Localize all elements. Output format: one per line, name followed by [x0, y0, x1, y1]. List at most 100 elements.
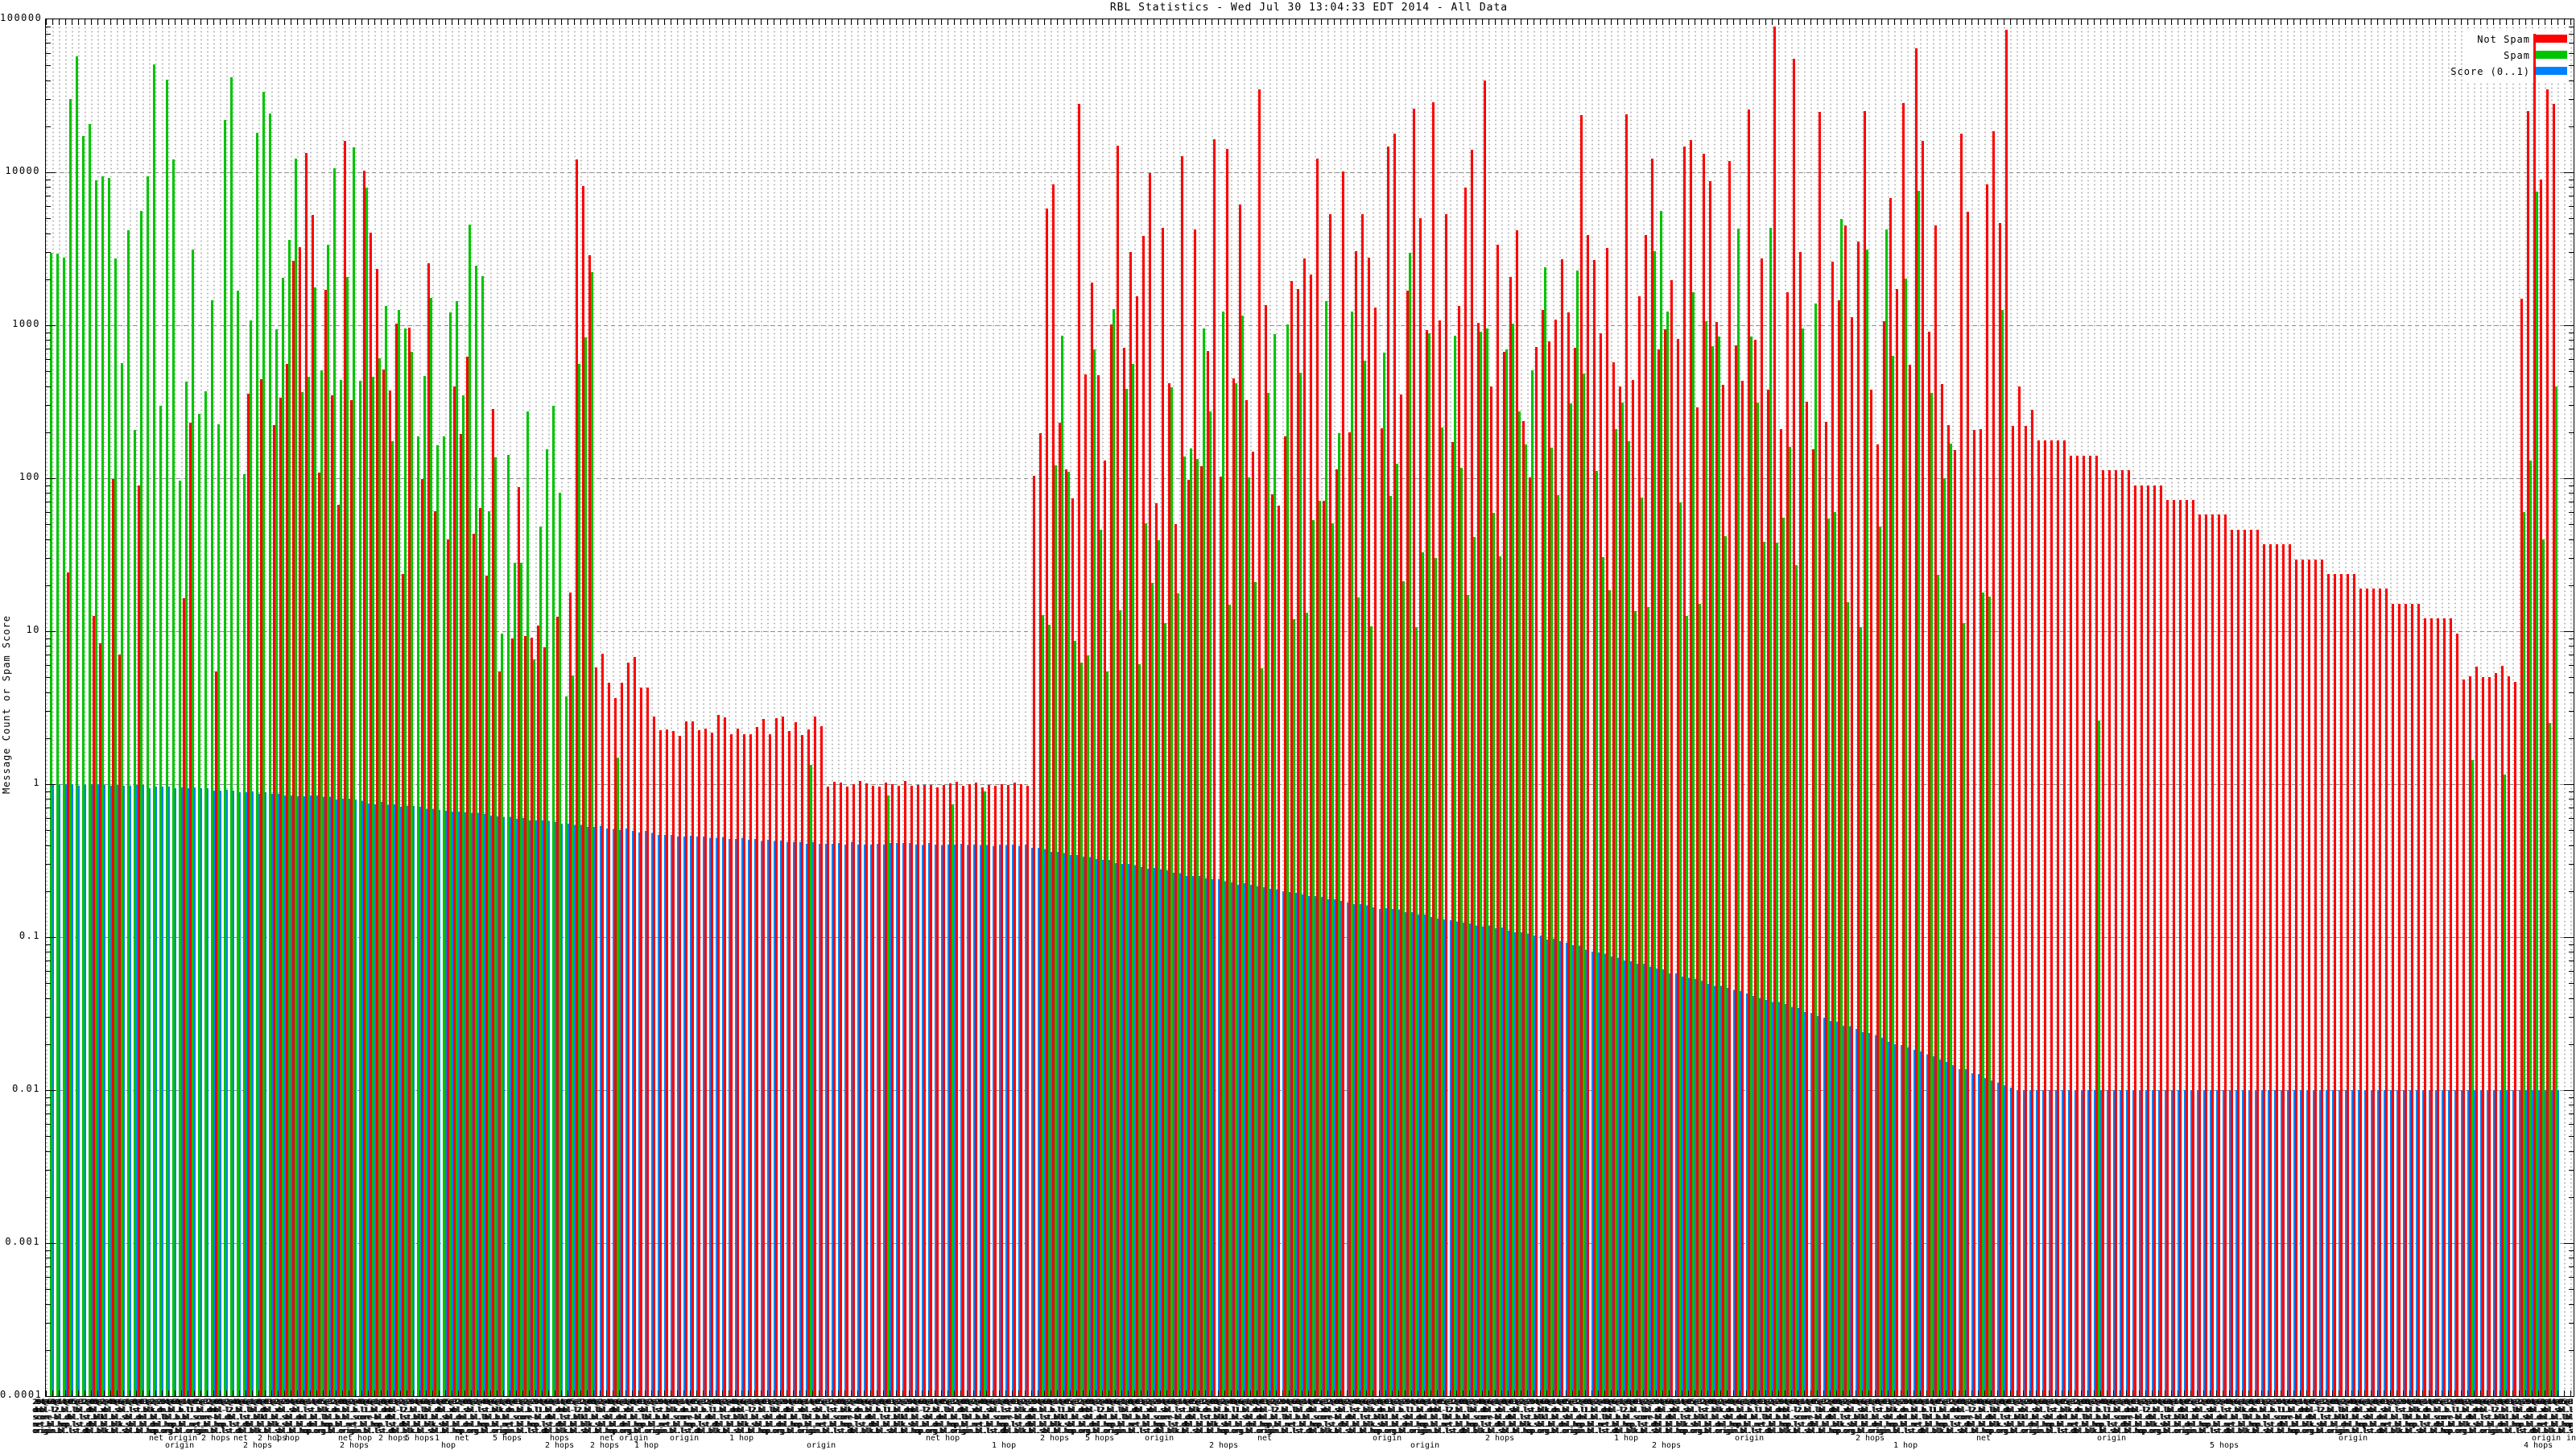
bar-not-spam — [891, 784, 894, 1396]
bar-score — [265, 792, 266, 1396]
bar-not-spam — [2012, 426, 2014, 1396]
x-label-fragment: origin — [165, 1441, 195, 1450]
bar-not-spam — [2398, 604, 2401, 1396]
screenshot-root: { "title": "RBL Statistics - Wed Jul 30 … — [0, 0, 2576, 1450]
bar-not-spam — [2353, 574, 2355, 1396]
bar-not-spam — [1026, 786, 1029, 1396]
bar-score — [561, 824, 563, 1396]
bar-not-spam — [1806, 402, 1808, 1396]
bar-not-spam — [2417, 604, 2420, 1396]
bar-not-spam — [717, 715, 720, 1396]
bar-not-spam — [865, 783, 868, 1396]
legend-swatch-spam — [2533, 51, 2567, 59]
bar-score — [194, 787, 196, 1396]
x-label-fragment: 1 hop — [275, 1434, 300, 1443]
chart-title: RBL Statistics - Wed Jul 30 13:04:33 EDT… — [1109, 2, 1509, 14]
bar-score — [155, 787, 157, 1396]
bar-not-spam — [2231, 530, 2233, 1396]
bar-not-spam — [2276, 544, 2278, 1396]
y-axis-label: Message Count or Spam Score — [1, 614, 12, 795]
bar-not-spam — [814, 717, 816, 1396]
x-label-fragment: net hop — [926, 1434, 960, 1443]
bar-score — [78, 786, 80, 1396]
bar-not-spam — [2063, 440, 2066, 1396]
bar-not-spam — [1954, 450, 1956, 1396]
bar-not-spam — [737, 729, 739, 1396]
x-label-fragment: 1 hop — [634, 1441, 659, 1450]
bar-score — [72, 784, 73, 1396]
bar-not-spam — [820, 726, 823, 1396]
bar-not-spam — [2244, 530, 2246, 1396]
bar-not-spam — [2263, 544, 2265, 1396]
bar-not-spam — [2179, 500, 2182, 1396]
bar-not-spam — [2134, 485, 2136, 1396]
bar-score — [239, 792, 241, 1396]
bar-not-spam — [2514, 682, 2516, 1396]
bar-not-spam — [2121, 470, 2124, 1396]
bar-not-spam — [1013, 783, 1016, 1396]
legend-row-not-spam: Not Spam — [2462, 31, 2570, 48]
bar-not-spam — [634, 657, 636, 1396]
bar-not-spam — [730, 734, 733, 1396]
bar-not-spam — [2347, 574, 2349, 1396]
bar-not-spam — [2070, 456, 2072, 1396]
x-label-fragment: 4 hops — [2524, 1441, 2553, 1450]
y-tick-label: 0.01 — [12, 1083, 40, 1094]
bar-score — [104, 785, 105, 1396]
x-label-fragment: 2 hops — [1040, 1434, 1070, 1443]
y-tick-label: 10 — [26, 624, 40, 635]
bar-not-spam — [2057, 440, 2059, 1396]
bar-not-spam — [2301, 560, 2304, 1396]
x-label-fragment: 2 hops — [1209, 1441, 1239, 1450]
bar-not-spam — [917, 785, 919, 1396]
bar-not-spam — [943, 785, 945, 1396]
bar-not-spam — [2160, 485, 2162, 1396]
bar-not-spam — [872, 786, 874, 1396]
x-label-fragment: origin — [2339, 1434, 2368, 1443]
bar-not-spam — [762, 719, 765, 1396]
bar-score — [175, 788, 176, 1396]
bar-not-spam — [2321, 560, 2323, 1396]
legend-row-score: Score (0..1) — [2450, 64, 2570, 80]
bar-not-spam — [2495, 673, 2497, 1396]
bar-not-spam — [1967, 212, 1969, 1396]
legend-swatch-not-spam — [2533, 35, 2567, 43]
bar-not-spam — [859, 781, 861, 1396]
bar-not-spam — [1670, 280, 1673, 1396]
bar-not-spam — [2372, 589, 2375, 1396]
bar-not-spam — [2186, 500, 2188, 1396]
x-tick-comb-top — [46, 19, 2574, 25]
legend-label-not-spam: Not Spam — [2477, 34, 2530, 45]
legend-label-spam: Spam — [2504, 50, 2530, 61]
bar-score — [85, 785, 86, 1396]
x-label-fragment: origin — [2097, 1434, 2127, 1443]
y-tick-label: 1000 — [12, 318, 40, 329]
bar-not-spam — [2340, 574, 2343, 1396]
bar-not-spam — [1870, 390, 1872, 1396]
bar-not-spam — [2462, 680, 2465, 1396]
bar-not-spam — [1561, 259, 1563, 1396]
bar-not-spam — [775, 718, 778, 1396]
bar-not-spam — [904, 781, 906, 1396]
bar-not-spam — [2359, 589, 2362, 1396]
bar-not-spam — [2308, 560, 2310, 1396]
x-label-fragment: origin — [807, 1441, 836, 1450]
bar-not-spam — [975, 783, 977, 1396]
bar-not-spam — [1909, 365, 1911, 1396]
bar-not-spam — [2018, 386, 2021, 1396]
bar-not-spam — [769, 734, 771, 1396]
bar-not-spam — [2089, 456, 2091, 1396]
bar-not-spam — [691, 721, 694, 1396]
bar-not-spam — [2430, 618, 2433, 1396]
bar-not-spam — [846, 787, 848, 1396]
bar-not-spam — [2198, 514, 2201, 1396]
bar-not-spam — [653, 717, 655, 1396]
y-tick-label: 0.001 — [5, 1236, 40, 1247]
bar-score — [123, 786, 125, 1396]
bar-not-spam — [2147, 485, 2149, 1396]
bar-not-spam — [2083, 456, 2085, 1396]
x-label-fragment: 2 hops — [201, 1434, 231, 1443]
bar-not-spam — [2289, 544, 2291, 1396]
bar-not-spam — [756, 727, 758, 1396]
bar-score — [413, 806, 415, 1396]
